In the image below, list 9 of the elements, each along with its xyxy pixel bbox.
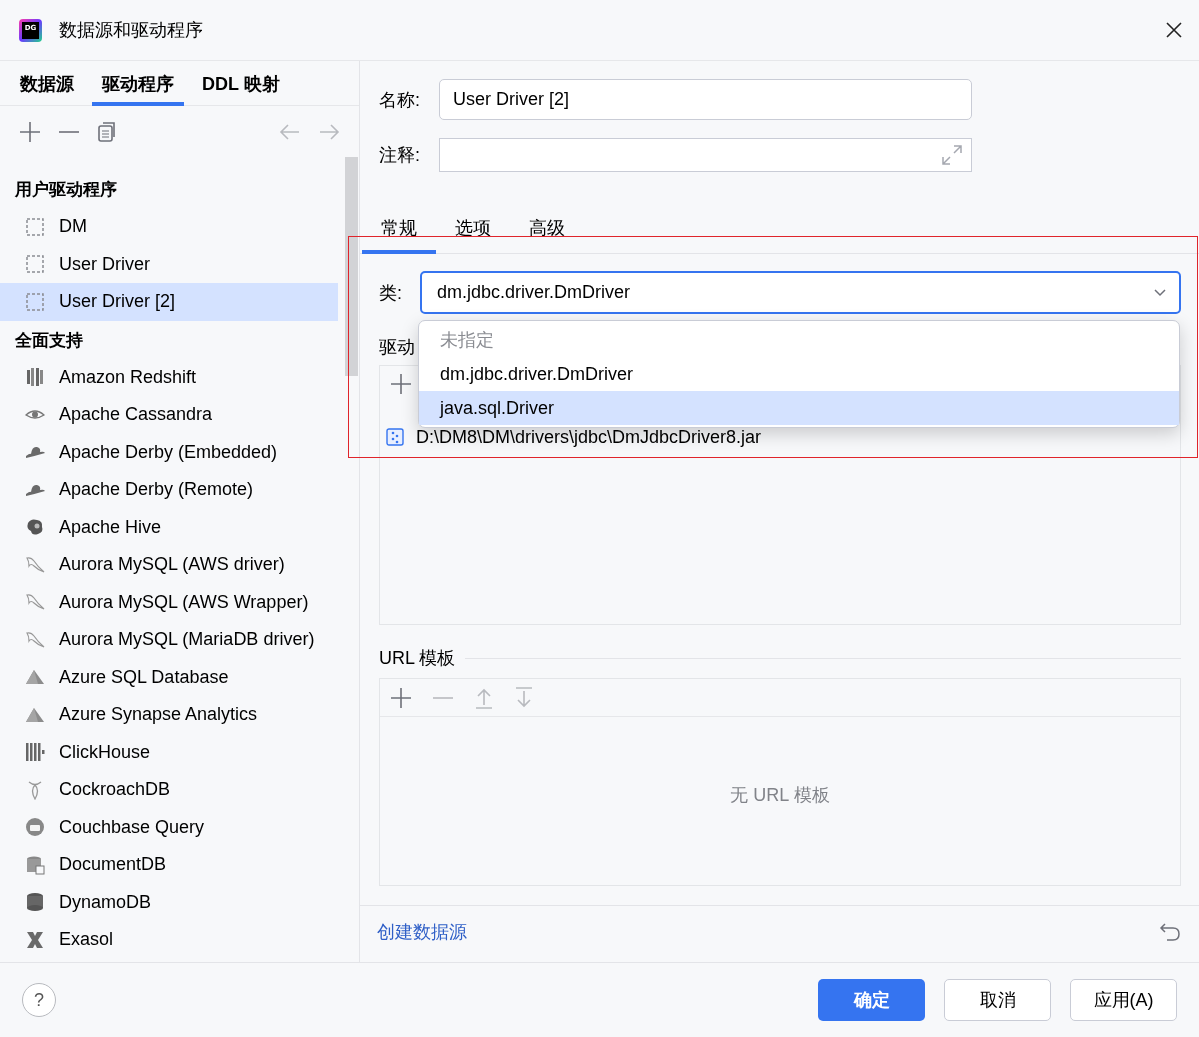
field-label: 驱动 bbox=[379, 336, 415, 359]
field-label: 类: bbox=[379, 281, 402, 305]
field-label: 注释: bbox=[379, 144, 421, 167]
group-header: 全面支持 bbox=[14, 329, 84, 352]
field-label: 名称: bbox=[379, 88, 421, 112]
section-title: URL 模板 bbox=[379, 647, 456, 670]
empty-message: 无 URL 模板 bbox=[729, 784, 831, 807]
window-title: 数据源和驱动程序 bbox=[59, 19, 204, 42]
group-header: 用户驱动程序 bbox=[14, 179, 118, 201]
